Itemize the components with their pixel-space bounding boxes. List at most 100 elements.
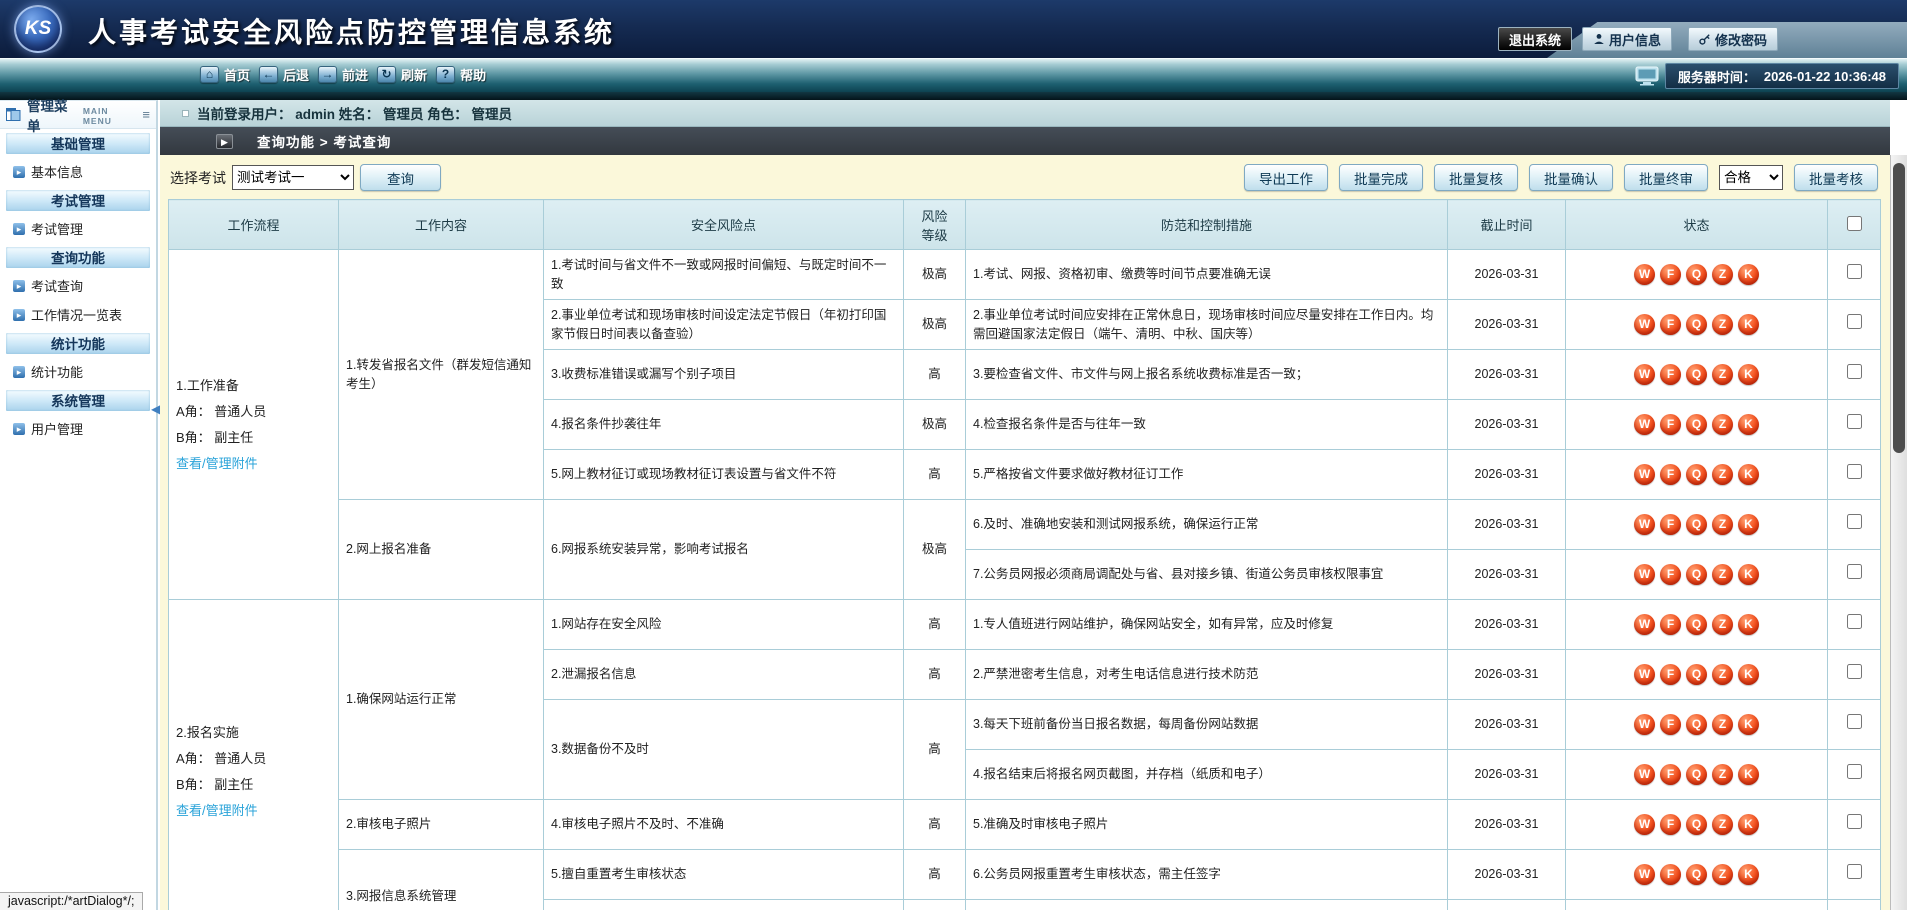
grade-select[interactable]: 合格 bbox=[1719, 165, 1783, 190]
sidebar-item-考试查询[interactable]: ▸考试查询 bbox=[0, 271, 156, 300]
status-icon-k[interactable]: K bbox=[1738, 514, 1759, 535]
sidebar-item-考试管理[interactable]: ▸考试管理 bbox=[0, 214, 156, 243]
row-checkbox[interactable] bbox=[1847, 514, 1862, 529]
status-icon-z[interactable]: Z bbox=[1712, 714, 1733, 735]
batch-button-导出工作[interactable]: 导出工作 bbox=[1244, 164, 1328, 191]
row-checkbox[interactable] bbox=[1847, 664, 1862, 679]
row-checkbox[interactable] bbox=[1847, 264, 1862, 279]
row-checkbox[interactable] bbox=[1847, 364, 1862, 379]
status-icon-q[interactable]: Q bbox=[1686, 764, 1707, 785]
status-icon-q[interactable]: Q bbox=[1686, 564, 1707, 585]
status-icon-w[interactable]: W bbox=[1634, 264, 1655, 285]
row-checkbox[interactable] bbox=[1847, 314, 1862, 329]
sidebar-item-统计功能[interactable]: ▸统计功能 bbox=[0, 357, 156, 386]
status-icon-w[interactable]: W bbox=[1634, 364, 1655, 385]
status-icon-f[interactable]: F bbox=[1660, 414, 1681, 435]
sidebar-group-查询功能[interactable]: 查询功能 bbox=[5, 246, 151, 269]
sidebar-group-考试管理[interactable]: 考试管理 bbox=[5, 189, 151, 212]
status-icon-k[interactable]: K bbox=[1738, 714, 1759, 735]
status-icon-w[interactable]: W bbox=[1634, 564, 1655, 585]
menu-lines-icon[interactable]: ≡ bbox=[142, 107, 150, 122]
status-icon-k[interactable]: K bbox=[1738, 664, 1759, 685]
status-icon-q[interactable]: Q bbox=[1686, 814, 1707, 835]
status-icon-w[interactable]: W bbox=[1634, 764, 1655, 785]
batch-button-批量复核[interactable]: 批量复核 bbox=[1434, 164, 1518, 191]
status-icon-f[interactable]: F bbox=[1660, 714, 1681, 735]
select-all-checkbox[interactable] bbox=[1847, 216, 1862, 231]
status-icon-q[interactable]: Q bbox=[1686, 314, 1707, 335]
status-icon-z[interactable]: Z bbox=[1712, 614, 1733, 635]
vertical-scrollbar[interactable] bbox=[1890, 155, 1907, 910]
query-button[interactable]: 查询 bbox=[360, 164, 441, 191]
status-icon-k[interactable]: K bbox=[1738, 564, 1759, 585]
status-icon-w[interactable]: W bbox=[1634, 414, 1655, 435]
status-icon-k[interactable]: K bbox=[1738, 264, 1759, 285]
status-icon-k[interactable]: K bbox=[1738, 314, 1759, 335]
sidebar-group-统计功能[interactable]: 统计功能 bbox=[5, 332, 151, 355]
status-icon-f[interactable]: F bbox=[1660, 764, 1681, 785]
status-icon-f[interactable]: F bbox=[1660, 264, 1681, 285]
status-icon-q[interactable]: Q bbox=[1686, 464, 1707, 485]
nav-forward-arrow[interactable]: →前进 bbox=[318, 65, 368, 84]
status-icon-w[interactable]: W bbox=[1634, 314, 1655, 335]
status-icon-k[interactable]: K bbox=[1738, 414, 1759, 435]
status-icon-w[interactable]: W bbox=[1634, 664, 1655, 685]
status-icon-q[interactable]: Q bbox=[1686, 614, 1707, 635]
row-checkbox[interactable] bbox=[1847, 864, 1862, 879]
status-icon-k[interactable]: K bbox=[1738, 864, 1759, 885]
attachment-link[interactable]: 查看/管理附件 bbox=[176, 803, 258, 818]
status-icon-k[interactable]: K bbox=[1738, 364, 1759, 385]
status-icon-f[interactable]: F bbox=[1660, 564, 1681, 585]
status-icon-f[interactable]: F bbox=[1660, 614, 1681, 635]
row-checkbox[interactable] bbox=[1847, 614, 1862, 629]
status-icon-z[interactable]: Z bbox=[1712, 664, 1733, 685]
sidebar-item-工作情况一览表[interactable]: ▸工作情况一览表 bbox=[0, 300, 156, 329]
status-icon-w[interactable]: W bbox=[1634, 714, 1655, 735]
status-icon-f[interactable]: F bbox=[1660, 314, 1681, 335]
status-icon-q[interactable]: Q bbox=[1686, 414, 1707, 435]
status-icon-z[interactable]: Z bbox=[1712, 364, 1733, 385]
row-checkbox[interactable] bbox=[1847, 564, 1862, 579]
nav-home[interactable]: ⌂首页 bbox=[200, 65, 250, 84]
change-password-button[interactable]: 修改密码 bbox=[1688, 27, 1778, 51]
nav-help[interactable]: ?帮助 bbox=[436, 65, 486, 84]
status-icon-k[interactable]: K bbox=[1738, 614, 1759, 635]
status-icon-z[interactable]: Z bbox=[1712, 264, 1733, 285]
status-icon-q[interactable]: Q bbox=[1686, 864, 1707, 885]
exam-select[interactable]: 测试考试一 bbox=[232, 165, 354, 190]
status-icon-z[interactable]: Z bbox=[1712, 514, 1733, 535]
batch-button-批量确认[interactable]: 批量确认 bbox=[1529, 164, 1613, 191]
row-checkbox[interactable] bbox=[1847, 764, 1862, 779]
status-icon-k[interactable]: K bbox=[1738, 464, 1759, 485]
status-icon-f[interactable]: F bbox=[1660, 864, 1681, 885]
status-icon-q[interactable]: Q bbox=[1686, 364, 1707, 385]
logout-button[interactable]: 退出系统 bbox=[1498, 27, 1572, 51]
status-icon-z[interactable]: Z bbox=[1712, 314, 1733, 335]
status-icon-f[interactable]: F bbox=[1660, 664, 1681, 685]
status-icon-f[interactable]: F bbox=[1660, 514, 1681, 535]
status-icon-q[interactable]: Q bbox=[1686, 664, 1707, 685]
status-icon-q[interactable]: Q bbox=[1686, 264, 1707, 285]
batch-assess-button[interactable]: 批量考核 bbox=[1794, 164, 1878, 191]
sidebar-group-基础管理[interactable]: 基础管理 bbox=[5, 132, 151, 155]
sidebar-group-系统管理[interactable]: 系统管理 bbox=[5, 389, 151, 412]
status-icon-w[interactable]: W bbox=[1634, 864, 1655, 885]
row-checkbox[interactable] bbox=[1847, 414, 1862, 429]
attachment-link[interactable]: 查看/管理附件 bbox=[176, 456, 258, 471]
sidebar-collapse-arrow-icon[interactable]: ◀ bbox=[151, 402, 160, 416]
scrollbar-thumb[interactable] bbox=[1893, 163, 1905, 453]
status-icon-w[interactable]: W bbox=[1634, 614, 1655, 635]
status-icon-z[interactable]: Z bbox=[1712, 864, 1733, 885]
status-icon-f[interactable]: F bbox=[1660, 464, 1681, 485]
nav-back-arrow[interactable]: ←后退 bbox=[259, 65, 309, 84]
row-checkbox[interactable] bbox=[1847, 464, 1862, 479]
row-checkbox[interactable] bbox=[1847, 814, 1862, 829]
status-icon-k[interactable]: K bbox=[1738, 814, 1759, 835]
status-icon-w[interactable]: W bbox=[1634, 814, 1655, 835]
user-info-button[interactable]: 用户信息 bbox=[1582, 27, 1672, 51]
status-icon-z[interactable]: Z bbox=[1712, 414, 1733, 435]
status-icon-q[interactable]: Q bbox=[1686, 714, 1707, 735]
batch-button-批量完成[interactable]: 批量完成 bbox=[1339, 164, 1423, 191]
sidebar-item-基本信息[interactable]: ▸基本信息 bbox=[0, 157, 156, 186]
batch-button-批量终审[interactable]: 批量终审 bbox=[1624, 164, 1708, 191]
